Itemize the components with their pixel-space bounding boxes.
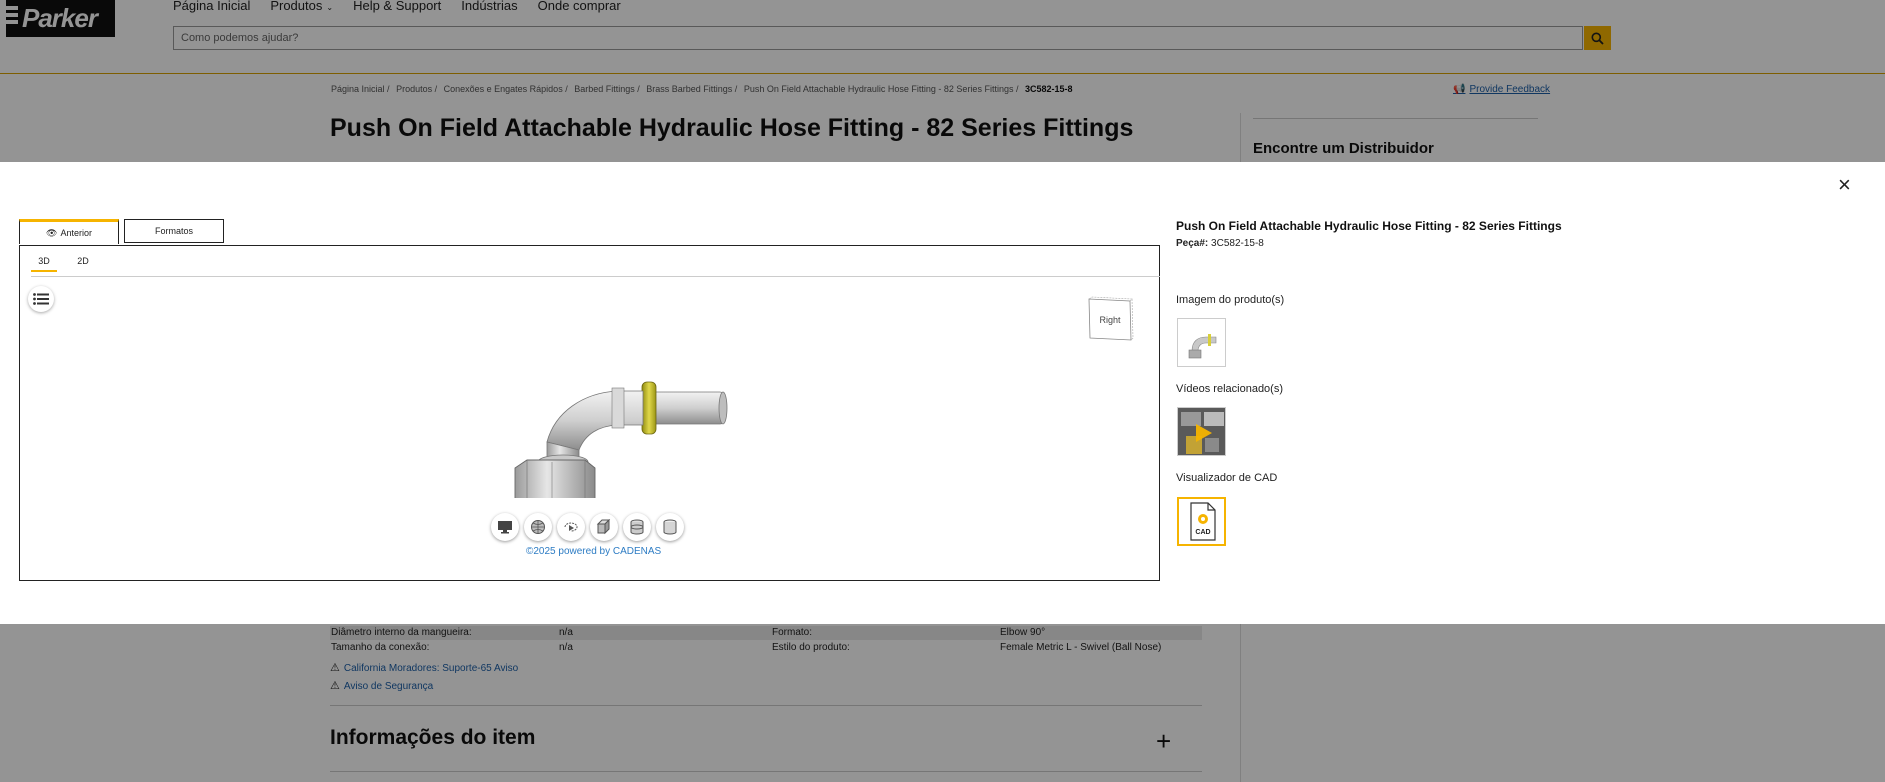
divider [31, 276, 1160, 277]
view-mode-tabs: 3D 2D [31, 256, 109, 272]
modal-product-title: Push On Field Attachable Hydraulic Hose … [1176, 219, 1562, 233]
render-style-button[interactable] [524, 513, 552, 541]
video-play-icon [1178, 408, 1225, 455]
list-icon [33, 293, 49, 305]
part-number: Peça#: 3C582-15-8 [1176, 238, 1264, 249]
monitor-icon [498, 521, 512, 534]
tab-preview-label: Anterior [60, 228, 92, 238]
view-orientation-cube[interactable]: Right [1086, 296, 1134, 344]
viewer-toolbar [491, 513, 684, 541]
cube-icon [596, 519, 611, 535]
tab-2d[interactable]: 2D [70, 256, 96, 272]
cadenas-credit-link[interactable]: ©2025 powered by CADENAS [526, 546, 661, 557]
view-cube-button[interactable] [590, 513, 618, 541]
cad-viewer-thumbnail[interactable]: CAD [1177, 497, 1226, 546]
related-videos-label: Vídeos relacionado(s) [1176, 383, 1284, 395]
menu-list-button[interactable] [28, 286, 54, 312]
tab-3d[interactable]: 3D [31, 256, 57, 272]
fitting-thumbnail-image [1188, 334, 1217, 359]
eye-icon: 👁 [46, 227, 58, 238]
cylinder-view-button[interactable] [656, 513, 684, 541]
section-view-button[interactable] [623, 513, 651, 541]
cylinder-section-icon [630, 519, 644, 535]
close-icon[interactable]: × [1838, 174, 1851, 196]
page: Parker Página Inicial Produtos ⌄ Help & S… [0, 0, 1885, 782]
part-number-label: Peça#: [1176, 238, 1209, 249]
tab-formats[interactable]: Formatos [124, 219, 224, 243]
hose-fitting-3d-model [514, 381, 728, 498]
part-number-value: 3C582-15-8 [1211, 238, 1264, 249]
rotate-play-icon [564, 522, 578, 532]
tab-preview[interactable]: 👁 Anterior [19, 219, 119, 244]
cylinder-icon [663, 519, 677, 535]
cad-viewer-modal: × 👁 Anterior Formatos 3D 2D Right ©2025 … [0, 162, 1885, 624]
product-image-thumbnail[interactable] [1177, 318, 1226, 367]
cad-thumb-text: CAD [1195, 529, 1210, 536]
rotate-animation-button[interactable] [557, 513, 585, 541]
display-mode-button[interactable] [491, 513, 519, 541]
video-thumbnail[interactable] [1177, 407, 1226, 456]
cube-face-label: Right [1099, 315, 1121, 325]
product-images-label: Imagem do produto(s) [1176, 294, 1285, 306]
cad-viewer-label: Visualizador de CAD [1176, 472, 1278, 484]
cad-3d-viewer[interactable]: 3D 2D Right ©2025 powered by CADENAS [19, 245, 1160, 581]
cad-document-icon: CAD [1190, 502, 1216, 541]
mesh-sphere-icon [531, 520, 545, 534]
